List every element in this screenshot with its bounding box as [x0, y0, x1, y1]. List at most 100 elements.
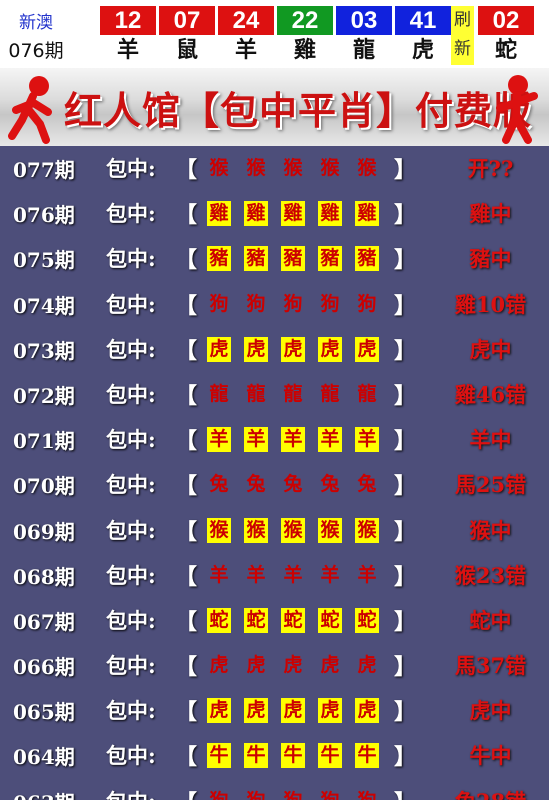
predicted-animal: 羊 [355, 427, 379, 453]
predicted-animal: 雞 [318, 201, 342, 227]
prediction-row: 067期 包中: 【蛇蛇蛇蛇蛇】蛇中 [0, 598, 549, 643]
result-text: 馬37错 [454, 653, 527, 679]
issue-number: 072期 [13, 383, 75, 408]
bracket-open: 【 [175, 202, 198, 229]
predicted-animals: 虎虎虎虎虎 [207, 336, 392, 362]
predicted-animals: 羊羊羊羊羊 [207, 563, 392, 588]
issue-number: 063期 [13, 787, 75, 800]
prediction-prefix: 包中: [106, 607, 156, 633]
predicted-animal: 虎 [209, 654, 229, 677]
predicted-animal: 虎 [244, 336, 268, 362]
prediction-row: 074期 包中: 【狗狗狗狗狗】雞10错 [0, 282, 549, 327]
predicted-animal: 狗 [246, 292, 266, 315]
prediction-row: 072期 包中: 【龍龍龍龍龍】雞46错 [0, 372, 549, 417]
predicted-animal: 蛇 [281, 607, 305, 633]
predicted-animal: 牛 [355, 743, 379, 769]
red-running-man-icon [8, 76, 52, 144]
predicted-animal: 牛 [207, 743, 231, 769]
issue-number: 073期 [13, 338, 75, 363]
result-text: 雞10错 [454, 291, 527, 317]
issue-number: 071期 [13, 429, 75, 454]
predicted-animal: 虎 [207, 336, 231, 362]
prediction-row: 063期包中:【狗狗狗狗狗】兔28错 [0, 779, 549, 800]
ball-zodiac: 雞 [293, 37, 316, 63]
predicted-animal: 牛 [244, 743, 268, 769]
refresh-label-top: 刷 [454, 10, 471, 30]
bracket-open: 【 [175, 699, 198, 726]
predicted-animal: 狗 [209, 292, 229, 315]
predicted-animal: 狗 [318, 789, 342, 800]
refresh-label-bottom: 新 [454, 39, 471, 59]
banner: 红人馆【包中平肖】付费版 [0, 68, 549, 150]
bracket-open: 【 [175, 654, 198, 681]
bracket-close: 】 [394, 608, 417, 635]
predicted-animals: 狗狗狗狗狗 [207, 789, 392, 800]
prediction-prefix: 包中: [106, 336, 156, 362]
result-text: 猴中 [469, 517, 512, 543]
ball-number: 12 [100, 6, 156, 35]
predicted-animals: 羊羊羊羊羊 [207, 427, 392, 453]
predicted-animal: 龍 [320, 382, 340, 405]
predicted-animals: 兔兔兔兔兔 [207, 472, 392, 497]
predicted-animal: 蛇 [244, 607, 268, 633]
bracket-close: 】 [394, 247, 417, 274]
prediction-row: 065期 包中: 【虎虎虎虎虎】虎中 [0, 688, 549, 733]
predicted-animals: 雞雞雞雞雞 [207, 201, 392, 227]
predicted-animal: 兔 [320, 473, 340, 496]
predicted-animal: 雞 [355, 201, 379, 227]
predicted-animal: 猴 [246, 157, 266, 179]
predicted-animal: 雞 [244, 201, 268, 227]
predicted-animal: 蛇 [355, 607, 379, 633]
issue-number: 065期 [13, 700, 75, 725]
predicted-animal: 猴 [320, 157, 340, 179]
bracket-open: 【 [175, 157, 198, 183]
predicted-animal: 虎 [320, 654, 340, 677]
prediction-row: 066期 包中: 【虎虎虎虎虎】馬37错 [0, 643, 549, 688]
predicted-animal: 猴 [207, 517, 231, 543]
bracket-open: 【 [175, 382, 198, 409]
issue-number: 070期 [13, 474, 75, 499]
bracket-close: 】 [394, 785, 416, 800]
prediction-prefix: 包中: [106, 562, 156, 588]
predicted-animals: 狗狗狗狗狗 [207, 292, 392, 317]
prediction-list: 077期 包中: 【猴猴猴猴猴】开?? 076期 包中: 【雞雞雞雞雞】雞中 075期 包中:… [0, 146, 549, 800]
prediction-prefix: 包中: [106, 517, 156, 543]
prediction-prefix: 包中: [106, 381, 156, 407]
prediction-prefix: 包中: [106, 201, 156, 227]
ball-number: 41 [395, 6, 451, 35]
issue-number: 074期 [13, 293, 75, 318]
predicted-animal: 虎 [357, 654, 377, 677]
ball-number: 24 [218, 6, 274, 35]
lottery-name[interactable]: 新澳 [0, 8, 72, 33]
predicted-animal: 雞 [207, 201, 231, 227]
predicted-animal: 狗 [244, 789, 268, 800]
result-text: 雞中 [469, 201, 512, 227]
prediction-prefix: 包中: [106, 246, 156, 272]
predicted-animal: 猴 [283, 157, 303, 179]
prediction-row: 070期 包中: 【兔兔兔兔兔】馬25错 [0, 462, 549, 507]
result-text: 兔28错 [432, 786, 549, 800]
predicted-animals: 猴猴猴猴猴 [207, 517, 392, 543]
predicted-animal: 羊 [281, 427, 305, 453]
predicted-animal: 虎 [318, 698, 342, 724]
ball-zodiac: 鼠 [175, 37, 198, 63]
banner-title: 红人馆【包中平肖】付费版 [64, 88, 533, 133]
result-text: 羊中 [469, 427, 512, 453]
bracket-open: 【 [175, 518, 198, 545]
ball-zodiac: 羊 [234, 37, 257, 63]
ball-zodiac: 羊 [116, 37, 139, 63]
predicted-animal: 虎 [318, 336, 342, 362]
special-ball-number: 02 [478, 6, 534, 35]
result-text: 猴23错 [454, 562, 527, 588]
predicted-animal: 羊 [320, 563, 340, 586]
result-text: 虎中 [469, 698, 512, 724]
predicted-animal: 羊 [209, 563, 229, 586]
special-ball: 02 蛇 [478, 6, 534, 65]
refresh-button[interactable]: 刷 新 [451, 6, 474, 65]
ball-number: 03 [336, 6, 392, 35]
bracket-close: 】 [394, 292, 417, 319]
ball-zodiac: 龍 [352, 37, 375, 63]
predicted-animal: 牛 [318, 743, 342, 769]
predicted-animal: 羊 [246, 563, 266, 586]
predicted-animal: 虎 [244, 698, 268, 724]
